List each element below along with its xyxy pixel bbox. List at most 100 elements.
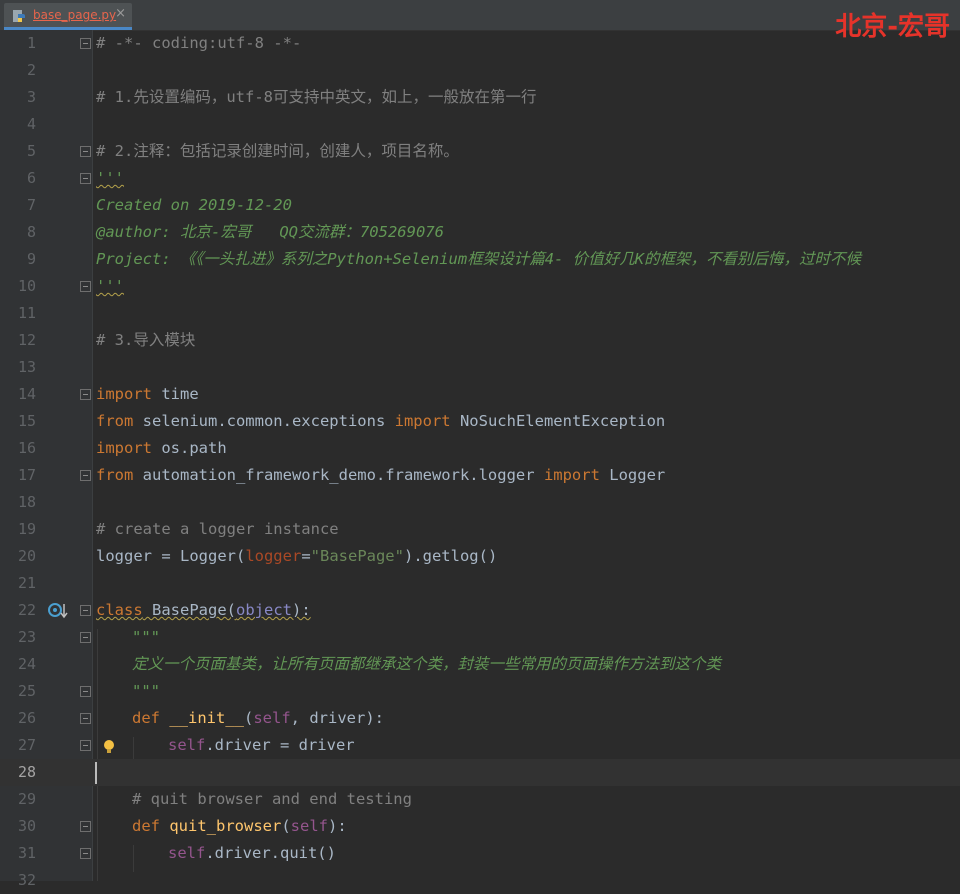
code-line: 13 [0, 354, 960, 381]
fold-icon[interactable] [80, 821, 91, 832]
code-line: 12 # 3.导入模块 [0, 327, 960, 354]
code-line: 30 def quit_browser(self): [0, 813, 960, 840]
code-line: 8 @author: 北京-宏哥 QQ交流群：705269076 [0, 219, 960, 246]
code-line: 15 from selenium.common.exceptions impor… [0, 408, 960, 435]
fold-icon[interactable] [80, 389, 91, 400]
code-text: ''' [96, 277, 124, 295]
code-line: 9 Project: 《《一头扎进》系列之Python+Selenium框架设计… [0, 246, 960, 273]
code-text: 定义一个页面基类，让所有页面都继承这个类，封装一些常用的页面操作方法到这个类 [132, 655, 722, 673]
code-line: 2 [0, 57, 960, 84]
code-line: 4 [0, 111, 960, 138]
fold-icon[interactable] [80, 470, 91, 481]
code-line: 1 # -*- coding:utf-8 -*- [0, 30, 960, 57]
fold-icon[interactable] [80, 686, 91, 697]
line-number: 18 [17, 493, 36, 511]
fold-icon[interactable] [80, 146, 91, 157]
line-number: 14 [17, 385, 36, 403]
line-number: 26 [17, 709, 36, 727]
python-file-icon [13, 10, 25, 22]
fold-icon[interactable] [80, 740, 91, 751]
line-number: 25 [17, 682, 36, 700]
line-number: 27 [17, 736, 36, 754]
code-line: 19 # create a logger instance [0, 516, 960, 543]
code-text: import time [96, 385, 199, 403]
line-number: 22 [17, 601, 36, 619]
code-line: 25 """ [0, 678, 960, 705]
fold-icon[interactable] [80, 173, 91, 184]
lightbulb-icon[interactable] [102, 739, 116, 755]
fold-icon[interactable] [80, 605, 91, 616]
text-caret [95, 762, 97, 784]
line-number: 7 [26, 196, 36, 214]
code-line: 17 from automation_framework_demo.framew… [0, 462, 960, 489]
line-number: 29 [17, 790, 36, 808]
fold-icon[interactable] [80, 713, 91, 724]
line-number: 12 [17, 331, 36, 349]
line-number: 9 [26, 250, 36, 268]
code-line: 16 import os.path [0, 435, 960, 462]
code-line-current: 28 [0, 759, 960, 786]
code-line: 3 # 1.先设置编码，utf-8可支持中英文，如上，一般放在第一行 [0, 84, 960, 111]
code-line: 22 class BasePage(object): [0, 597, 960, 624]
line-number: 16 [17, 439, 36, 457]
code-text: """ [132, 628, 160, 646]
code-editor[interactable]: 1 # -*- coding:utf-8 -*- 2 3 # 1.先设置编码，u… [0, 30, 960, 889]
tab-base-page-py[interactable]: base_page.py × [4, 3, 132, 30]
line-number: 5 [26, 142, 36, 160]
line-number: 21 [17, 574, 36, 592]
code-line: 27 self.driver = driver [0, 732, 960, 759]
line-number: 1 [26, 34, 36, 52]
code-line: 18 [0, 489, 960, 516]
line-number: 4 [26, 115, 36, 133]
code-text: # 2.注释：包括记录创建时间，创建人，项目名称。 [96, 142, 459, 160]
code-line: 23 """ [0, 624, 960, 651]
line-number: 11 [17, 304, 36, 322]
close-icon[interactable]: × [115, 6, 126, 21]
code-line: 20 logger = Logger(logger="BasePage").ge… [0, 543, 960, 570]
code-text: # 1.先设置编码，utf-8可支持中英文，如上，一般放在第一行 [96, 88, 537, 106]
code-text: def quit_browser(self): [132, 817, 347, 835]
code-line: 11 [0, 300, 960, 327]
line-number: 17 [17, 466, 36, 484]
code-line: 5 # 2.注释：包括记录创建时间，创建人，项目名称。 [0, 138, 960, 165]
fold-icon[interactable] [80, 38, 91, 49]
code-text: class BasePage(object): [96, 601, 311, 619]
line-number: 23 [17, 628, 36, 646]
tab-label: base_page.py [33, 8, 117, 22]
code-line: 7 Created on 2019-12-20 [0, 192, 960, 219]
line-number: 31 [17, 844, 36, 862]
code-line: 24 定义一个页面基类，让所有页面都继承这个类，封装一些常用的页面操作方法到这个… [0, 651, 960, 678]
line-number: 19 [17, 520, 36, 538]
code-text: from automation_framework_demo.framework… [96, 466, 666, 484]
code-text: ''' [96, 169, 124, 187]
code-line: 14 import time [0, 381, 960, 408]
editor-tab-bar: base_page.py × 北京-宏哥 [0, 0, 960, 42]
code-line: 6 ''' [0, 165, 960, 192]
line-number: 13 [17, 358, 36, 376]
line-number: 2 [26, 61, 36, 79]
code-text: # -*- coding:utf-8 -*- [96, 34, 302, 52]
line-number: 15 [17, 412, 36, 430]
line-number: 28 [17, 763, 36, 781]
code-text: from selenium.common.exceptions import N… [96, 412, 666, 430]
line-number: 20 [17, 547, 36, 565]
code-text: # 3.导入模块 [96, 331, 196, 349]
line-number: 10 [17, 277, 36, 295]
code-text: # quit browser and end testing [132, 790, 412, 808]
fold-icon[interactable] [80, 632, 91, 643]
code-text: import os.path [96, 439, 227, 457]
code-text: @author: 北京-宏哥 QQ交流群：705269076 [96, 223, 444, 241]
code-text: Created on 2019-12-20 [96, 196, 292, 214]
line-number: 8 [26, 223, 36, 241]
line-number: 24 [17, 655, 36, 673]
fold-icon[interactable] [80, 281, 91, 292]
code-text: Project: 《《一头扎进》系列之Python+Selenium框架设计篇4… [96, 250, 862, 268]
code-line: 31 self.driver.quit() [0, 840, 960, 867]
overridden-method-icon[interactable] [47, 602, 69, 620]
code-line: 29 # quit browser and end testing [0, 786, 960, 813]
code-text: self.driver.quit() [168, 844, 336, 862]
code-text: def __init__(self, driver): [132, 709, 384, 727]
fold-icon[interactable] [80, 848, 91, 859]
line-number: 6 [26, 169, 36, 187]
code-line: 21 [0, 570, 960, 597]
